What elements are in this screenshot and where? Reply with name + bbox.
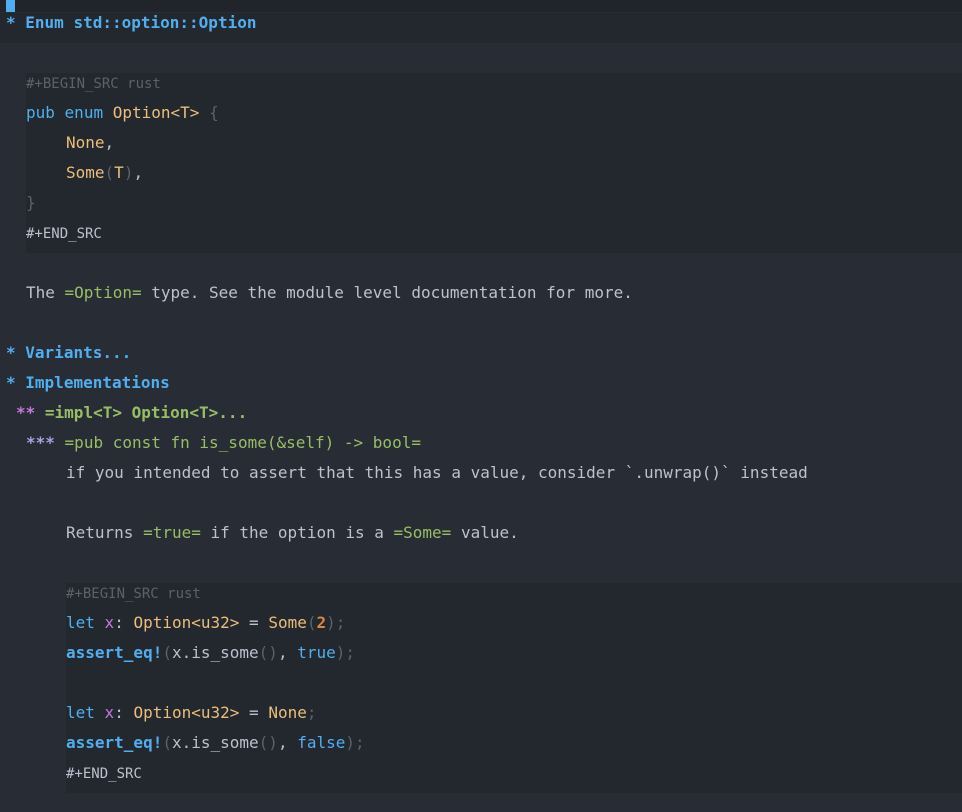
variant-name: None [66, 133, 105, 152]
paren: ( [162, 733, 172, 752]
src-end-text: #+END_SRC [26, 226, 102, 242]
src-begin-text: #+BEGIN_SRC rust [66, 586, 201, 602]
keyword: pub [26, 103, 55, 122]
macro: assert_eq! [66, 643, 163, 662]
heading-enum-option[interactable]: * Enum std::option::Option [0, 8, 962, 38]
src-begin: #+BEGIN_SRC rust [0, 68, 962, 98]
text: value. [451, 523, 519, 542]
type-name: Option<u32> [133, 613, 240, 632]
verbatim: =Option= [64, 283, 142, 302]
paragraph: Returns =true= if the option is a =Some=… [0, 518, 962, 548]
variant-name: Some [268, 613, 307, 632]
keyword: let [66, 613, 95, 632]
macro: assert_eq! [66, 733, 163, 752]
text: type. See the module level documentation… [141, 283, 633, 302]
boolean: true [297, 643, 336, 662]
code-line: Some(T), [0, 158, 962, 188]
punct: , [133, 163, 144, 182]
paren: () [258, 733, 278, 752]
heading-is-some[interactable]: *** =pub const fn is_some(&self) -> bool… [0, 428, 962, 458]
src-end: #+END_SRC [0, 218, 962, 248]
paragraph: The =Option= type. See the module level … [0, 278, 962, 308]
brace: { [209, 103, 219, 122]
punct: , [277, 643, 298, 662]
src-begin-text: #+BEGIN_SRC rust [26, 76, 161, 92]
expression: x.is_some [171, 733, 259, 752]
paren: () [258, 643, 278, 662]
variable: x [104, 613, 115, 632]
heading-title: Variants... [25, 343, 132, 362]
expression: x.is_some [171, 643, 259, 662]
heading-title: =impl<T> Option<T>... [44, 403, 248, 422]
heading-star: * [6, 13, 16, 32]
code-line: pub enum Option<T> { [0, 98, 962, 128]
paren: ); [345, 733, 365, 752]
keyword: enum [64, 103, 104, 122]
number: 2 [316, 613, 327, 632]
paren: ( [162, 643, 172, 662]
variant-name: Some [66, 163, 105, 182]
verbatim: =true= [143, 523, 201, 542]
type-name: Option<u32> [133, 703, 240, 722]
punct: ; [306, 703, 317, 722]
code-line: assert_eq!(x.is_some(), true); [0, 638, 962, 668]
src-begin: #+BEGIN_SRC rust [0, 578, 962, 608]
paren: ); [326, 613, 346, 632]
operator: = [239, 703, 269, 722]
paren: ( [306, 613, 317, 632]
heading-title: Enum std::option::Option [25, 13, 257, 32]
variable: x [104, 703, 115, 722]
operator: = [239, 613, 269, 632]
code-line: None, [0, 128, 962, 158]
keyword: let [66, 703, 95, 722]
paren: ) [123, 163, 134, 182]
brace: } [26, 193, 36, 212]
heading-implementations[interactable]: * Implementations [0, 368, 962, 398]
heading-impl[interactable]: ** =impl<T> Option<T>... [0, 398, 962, 428]
punct: , [104, 133, 115, 152]
type-name: T [114, 163, 124, 182]
text: The [26, 283, 65, 302]
code-line: assert_eq!(x.is_some(), false); [0, 728, 962, 758]
text: Returns [66, 523, 144, 542]
punct: , [277, 733, 298, 752]
heading-stars: *** [26, 433, 55, 452]
heading-stars: ** [16, 403, 36, 422]
src-end-text: #+END_SRC [66, 766, 142, 782]
paren: ( [104, 163, 115, 182]
paren: ); [335, 643, 355, 662]
punct: : [114, 613, 134, 632]
code-line: let x: Option<u32> = None; [0, 698, 962, 728]
heading-title: =pub const fn is_some(&self) -> bool= [64, 433, 421, 452]
punct: : [114, 703, 134, 722]
verbatim: =Some= [393, 523, 452, 542]
heading-star: * [6, 373, 16, 392]
variant-name: None [268, 703, 307, 722]
text: if you intended to assert that this has … [66, 463, 808, 482]
heading-star: * [6, 343, 16, 362]
code-line: } [0, 188, 962, 218]
src-end: #+END_SRC [0, 758, 962, 788]
heading-title: Implementations [25, 373, 170, 392]
text: if the option is a [200, 523, 394, 542]
heading-variants[interactable]: * Variants... [0, 338, 962, 368]
code-line: let x: Option<u32> = Some(2); [0, 608, 962, 638]
type-name: Option<T> [112, 103, 200, 122]
boolean: false [297, 733, 346, 752]
paragraph: if you intended to assert that this has … [0, 458, 962, 488]
